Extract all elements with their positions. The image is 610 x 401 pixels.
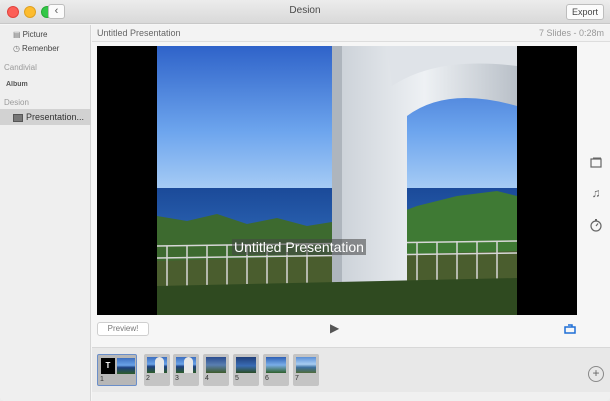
clock-icon: ◷ (13, 44, 20, 54)
plus-icon: + (592, 366, 600, 380)
slide-thumbnail-1[interactable]: T 1 (97, 354, 137, 386)
thumbnail-arch (184, 357, 193, 373)
thumbnail-image (236, 357, 256, 373)
title-bar: ‹ Desion Export (0, 0, 610, 24)
status-bar (92, 392, 610, 401)
sidebar-item-label: Remenber (21, 44, 60, 53)
layout-icon (590, 157, 602, 168)
preview-button[interactable]: Preview! (97, 322, 149, 336)
slide-number: 2 (146, 375, 150, 382)
title-slide-preview: T (101, 358, 115, 374)
slide-thumbnail-6[interactable]: 6 (263, 354, 289, 386)
music-button[interactable]: ♫ (589, 186, 603, 200)
slide-thumbnail-7[interactable]: 7 (293, 354, 319, 386)
slide-thumbnail-5[interactable]: 5 (233, 354, 259, 386)
sidebar-item-presentation-row: Presentation... (13, 112, 84, 122)
slideshow-icon (13, 113, 23, 122)
thumbnail-image (296, 357, 316, 373)
add-slide-button[interactable]: + (588, 366, 604, 382)
sidebar-item-album[interactable]: Album (6, 81, 97, 88)
picture-icon: ▤ (13, 30, 21, 40)
sidebar-item-label: Picture (22, 30, 48, 39)
slide-thumbnail-4[interactable]: 4 (203, 354, 229, 386)
slide-caption[interactable]: Untitled Presentation (232, 239, 366, 255)
layout-button[interactable] (589, 156, 603, 170)
thumbnail-image (117, 358, 135, 374)
sidebar-item-presentation[interactable]: Presentation... (0, 109, 91, 125)
music-note-icon: ♫ (591, 186, 601, 200)
sidebar-section-heading: Candivial (4, 63, 37, 72)
timer-icon (590, 219, 602, 232)
slide-number: 4 (205, 375, 209, 382)
app-window: ‹ Desion Export ▤ Picture ◷ Remenber Candi… (0, 0, 610, 401)
loop-button[interactable] (563, 322, 577, 334)
slide-thumbnail-3[interactable]: 3 (173, 354, 199, 386)
sidebar: ▤ Picture ◷ Remenber Candivial Album Desio… (0, 25, 91, 401)
sidebar-item-label: Presentation... (26, 112, 85, 122)
project-header: Untitled Presentation 7 Slides - 0:28m (92, 25, 610, 42)
seaside-arch-photo (157, 46, 517, 315)
loop-icon (564, 324, 576, 334)
thumbnail-image (206, 357, 226, 373)
slide-number: 3 (175, 375, 179, 382)
slide-number: 6 (265, 375, 269, 382)
slide-photo (157, 46, 517, 315)
slide-number: 1 (100, 376, 104, 383)
thumbnail-arch (155, 357, 164, 373)
document-title[interactable]: Untitled Presentation (97, 28, 181, 38)
timer-button[interactable] (589, 218, 603, 232)
sidebar-item-picture[interactable]: ▤ Picture (13, 30, 104, 39)
thumbnail-image (266, 357, 286, 373)
window-title: Desion (289, 5, 321, 16)
slide-number: 7 (295, 375, 299, 382)
sidebar-section-heading: Desion (4, 98, 29, 107)
slide-thumbnail-2[interactable]: 2 (144, 354, 170, 386)
slide-filmstrip: T 1 2 3 4 5 6 7 (92, 347, 610, 392)
sidebar-item-remember[interactable]: ◷ Remenber (13, 44, 104, 53)
slide-count-duration: 7 Slides - 0:28m (538, 28, 604, 38)
slide-preview[interactable]: Untitled Presentation (97, 46, 577, 315)
slide-number: 5 (235, 375, 239, 382)
play-icon: ▶ (330, 321, 340, 335)
export-button[interactable]: Export (566, 4, 604, 20)
play-button[interactable]: ▶ (330, 321, 344, 335)
